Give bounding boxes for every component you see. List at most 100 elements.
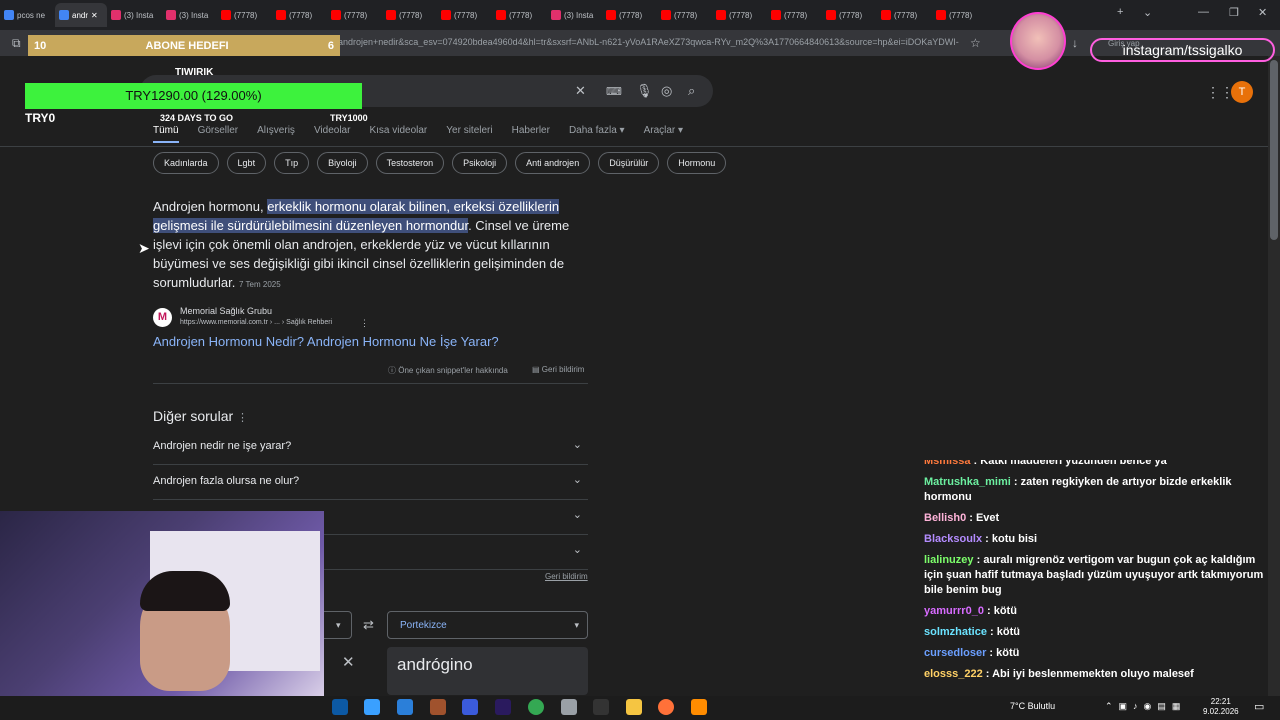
refinement-chip[interactable]: Anti androjen [515, 152, 591, 174]
tab-label: (7778) [729, 10, 753, 20]
browser-tab[interactable]: (7778) [602, 3, 657, 27]
refinement-chip[interactable]: Psikoloji [452, 152, 508, 174]
game-icon[interactable] [430, 699, 446, 715]
refinement-chip[interactable]: Hormonu [667, 152, 727, 174]
account-avatar[interactable]: T [1231, 81, 1253, 103]
paa-feedback-link[interactable]: Geri bildirim [545, 572, 588, 581]
search-icon[interactable]: ⌕ [688, 83, 695, 99]
refinement-chip[interactable]: Lgbt [226, 152, 267, 174]
store-icon[interactable] [364, 699, 380, 715]
swap-languages-icon[interactable]: ⇄ [363, 617, 374, 633]
snippet-about-link[interactable]: ⓘ Öne çıkan snippet'ler hakkında [388, 365, 508, 376]
obs-icon[interactable] [593, 699, 609, 715]
firefox-icon[interactable] [658, 699, 674, 715]
browser-tab[interactable]: (7778) [272, 3, 327, 27]
browser-tab[interactable]: andr ✕ [55, 3, 107, 27]
browser-tab[interactable]: (7778) [437, 3, 492, 27]
paa-question[interactable]: Androjen fazla olursa ne olur? ⌄ [153, 465, 588, 500]
featured-snippet: Androjen hormonu, erkeklik hormonu olara… [153, 197, 578, 294]
lens-icon[interactable]: ◎ [661, 83, 672, 99]
chat-username[interactable]: Matrushka_mimi [924, 476, 1011, 488]
url-field[interactable]: androjen+nedir&sca_esv=074920bdea4960d4&… [338, 37, 968, 47]
download-icon[interactable]: ↓ [1072, 36, 1078, 50]
chat-username[interactable]: yamurrr0_0 [924, 605, 984, 617]
more-options-icon[interactable]: ⋮ [360, 318, 369, 329]
bookmark-star-icon[interactable]: ☆ [970, 36, 981, 50]
browser-tab[interactable]: (3) Insta [162, 3, 217, 27]
paa-more-icon[interactable]: ⋮ [237, 412, 248, 424]
search-tab[interactable]: Videolar [314, 125, 351, 143]
browser-tab[interactable]: (7778) [712, 3, 767, 27]
chat-username[interactable]: Blacksoulx [924, 533, 982, 545]
paa-question[interactable]: Androjen nedir ne işe yarar? ⌄ [153, 430, 588, 465]
refinement-chip[interactable]: Biyoloji [317, 152, 368, 174]
search-tab[interactable]: Kısa videolar [369, 125, 427, 143]
chat-username[interactable]: lialinuzey [924, 554, 974, 566]
notification-icon[interactable]: ▭ [1254, 700, 1264, 713]
file-explorer-icon[interactable] [626, 699, 642, 715]
premiere-icon[interactable] [495, 699, 511, 715]
minimize-icon[interactable]: — [1198, 6, 1209, 18]
chat-username[interactable]: Msmissa [924, 460, 970, 467]
browser-tab[interactable]: (7778) [932, 3, 987, 27]
browser-tab[interactable]: (3) Insta [547, 3, 602, 27]
browser-tab[interactable]: (3) Insta [107, 3, 162, 27]
refinement-chip[interactable]: Testosteron [375, 152, 445, 174]
clear-search-icon[interactable]: ✕ [575, 83, 586, 99]
source-language-select[interactable]: ▾ [322, 611, 352, 639]
source-name[interactable]: Memorial Sağlık Grubu [180, 306, 272, 316]
weather-widget[interactable]: 7°C Bulutlu [1010, 701, 1055, 711]
browser-tab[interactable]: (7778) [657, 3, 712, 27]
browser-tab[interactable]: (7778) [382, 3, 437, 27]
microphone-icon[interactable]: 🎙 [636, 83, 653, 99]
tab-search-icon[interactable]: ⌄ [1143, 6, 1152, 19]
youtube-icon [716, 10, 726, 20]
result-link[interactable]: Androjen Hormonu Nedir? Androjen Hormonu… [153, 334, 499, 349]
target-language-label: Portekizce [400, 620, 447, 631]
browser-tab[interactable]: pcos ne [0, 3, 55, 27]
chat-username[interactable]: Bellish0 [924, 512, 966, 524]
search-tab[interactable]: Haberler [512, 125, 550, 143]
search-tab[interactable]: Alışveriş [257, 125, 295, 143]
chat-text: kötü [996, 626, 1020, 638]
source-url[interactable]: https://www.memorial.com.tr › ... › Sağl… [180, 319, 332, 326]
browser-tab[interactable]: (7778) [217, 3, 272, 27]
refinement-chip[interactable]: Tıp [274, 152, 310, 174]
tab-label: (3) Insta [564, 10, 594, 20]
chat-username[interactable]: solmzhatice [924, 626, 987, 638]
chat-username[interactable]: elosss_222 [924, 668, 983, 680]
edge-icon[interactable] [332, 699, 348, 715]
mail-icon[interactable] [397, 699, 413, 715]
clear-translation-icon[interactable]: ✕ [342, 653, 355, 671]
youtube-icon [331, 10, 341, 20]
refinement-chip[interactable]: Düşürülür [598, 152, 660, 174]
browser-tab[interactable]: (7778) [327, 3, 382, 27]
close-window-icon[interactable]: ✕ [1258, 6, 1267, 19]
maximize-icon[interactable]: ❐ [1229, 6, 1239, 19]
close-tab-icon[interactable]: ✕ [91, 11, 98, 20]
target-language-select[interactable]: Portekizce ▾ [387, 611, 588, 639]
new-tab-icon[interactable]: + [1117, 6, 1123, 18]
chrome-icon[interactable] [528, 699, 544, 715]
tool-icon[interactable] [561, 699, 577, 715]
search-tab[interactable]: Görseller [198, 125, 239, 143]
snippet-feedback-link[interactable]: ▤ Geri bildirim [532, 365, 584, 374]
app-icon[interactable] [462, 699, 478, 715]
browser-tab[interactable]: (7778) [877, 3, 932, 27]
browser-tab[interactable]: (7778) [767, 3, 822, 27]
search-tab[interactable]: Yer siteleri [446, 125, 492, 143]
refinement-chip[interactable]: Kadınlarda [153, 152, 219, 174]
search-tab[interactable]: Araçlar ▾ [644, 125, 683, 143]
tray-icons[interactable]: ⌃▣♪◉▤▦ [1105, 701, 1186, 712]
keyboard-icon[interactable]: ⌨ [606, 85, 622, 98]
taskbar-clock[interactable]: 22:21 9.02.2026 [1203, 697, 1239, 717]
vlc-icon[interactable] [691, 699, 707, 715]
search-tab[interactable]: Daha fazla ▾ [569, 125, 625, 143]
search-tab[interactable]: Tümü [153, 125, 179, 143]
browser-tab[interactable]: (7778) [822, 3, 877, 27]
scrollbar-thumb[interactable] [1270, 60, 1278, 240]
google-apps-icon[interactable]: ⋮⋮ [1206, 84, 1234, 101]
chat-username[interactable]: cursedloser [924, 647, 986, 659]
site-settings-icon[interactable]: ⧉ [12, 36, 21, 51]
browser-tab[interactable]: (7778) [492, 3, 547, 27]
